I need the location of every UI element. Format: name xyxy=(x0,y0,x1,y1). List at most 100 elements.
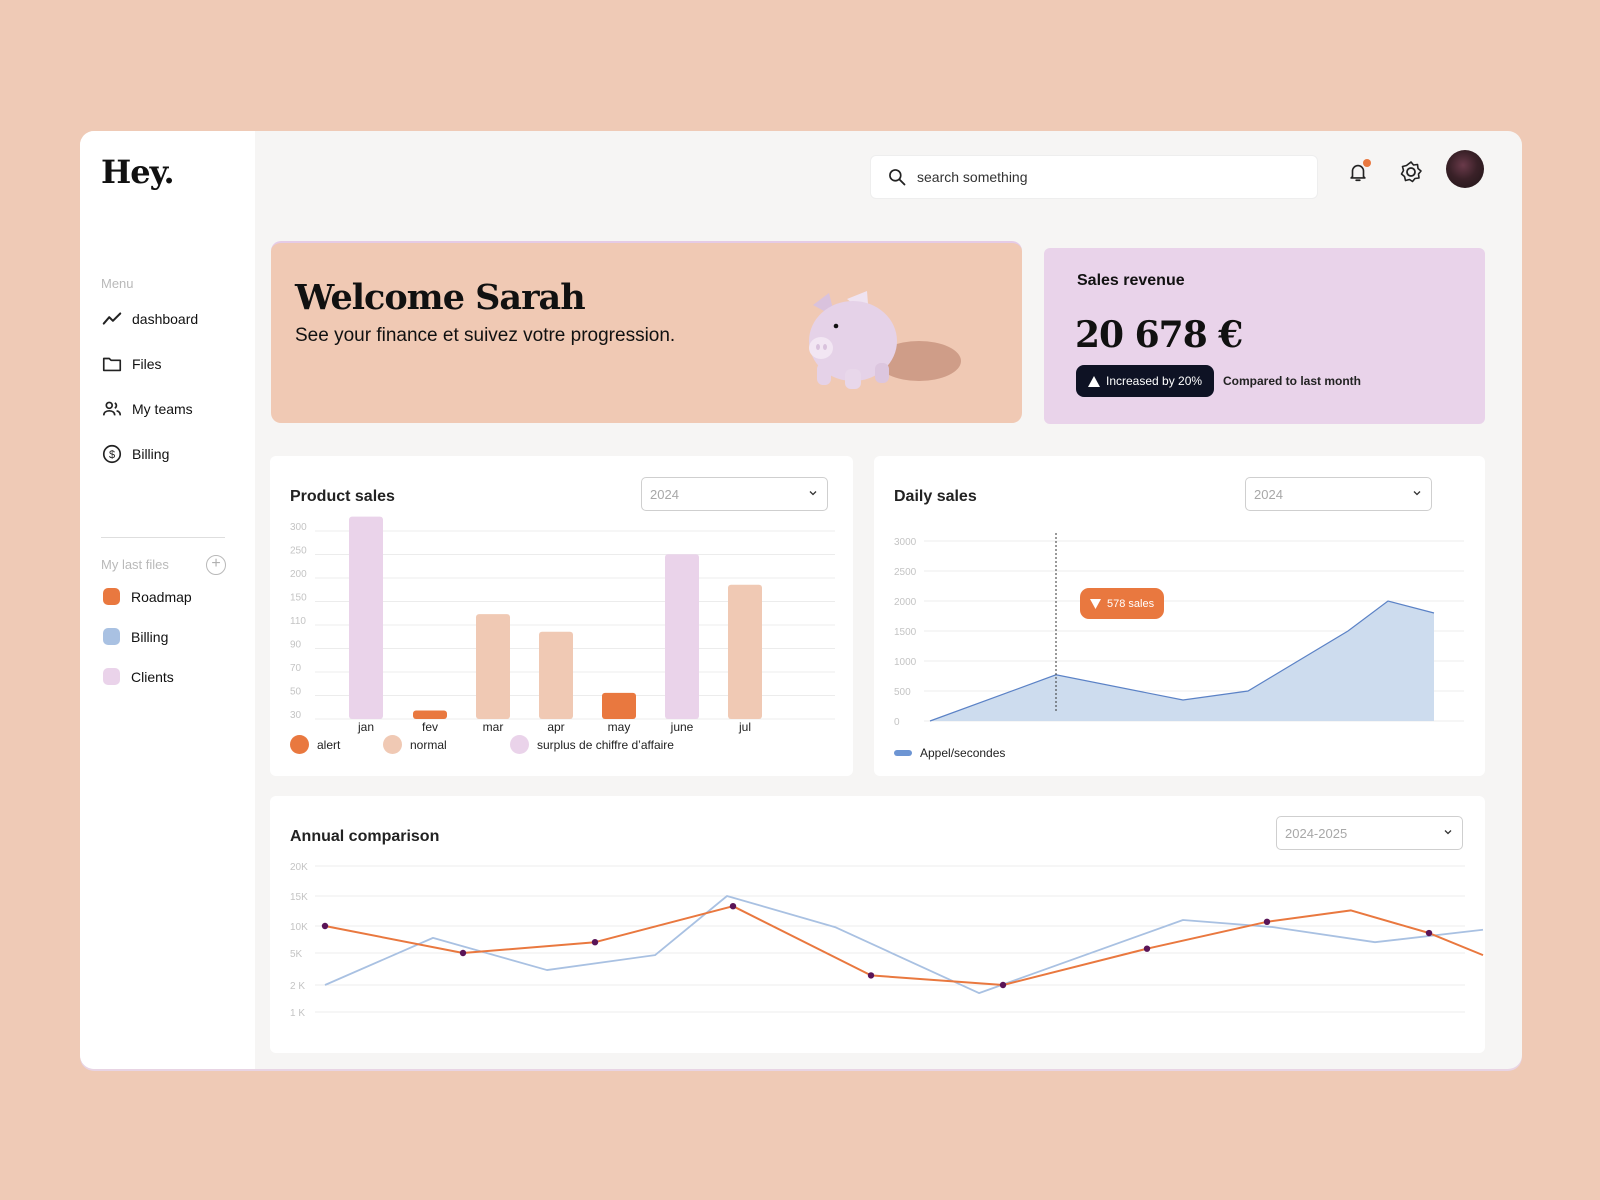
y-tick-label: 200 xyxy=(290,569,307,580)
y-tick-label: 500 xyxy=(894,687,911,698)
legend-swatch xyxy=(894,750,912,756)
legend-normal: normal xyxy=(383,735,447,754)
x-tick-label: may xyxy=(608,720,631,734)
y-tick-label: 2000 xyxy=(894,597,917,608)
chevron-down-icon xyxy=(1413,491,1421,496)
daily-sales-year-select[interactable]: 2024 xyxy=(1245,477,1432,511)
y-tick-label: 0 xyxy=(894,717,900,728)
x-tick-label: jan xyxy=(357,720,374,734)
legend-swatch xyxy=(383,735,402,754)
dashboard-window: Hey. Menu dashboard Files My teams $ Bil… xyxy=(80,131,1522,1069)
bar-apr xyxy=(539,631,573,719)
y-tick-label: 2 K xyxy=(290,981,305,992)
compare-label: Compared to last month xyxy=(1223,374,1362,388)
legend-appel-secondes: Appel/secondes xyxy=(894,746,1005,760)
file-item-billing[interactable]: Billing xyxy=(103,628,168,645)
trend-line-icon xyxy=(102,312,122,325)
last-files-label: My last files xyxy=(101,557,169,572)
dollar-circle-icon: $ xyxy=(102,444,122,464)
sidebar-item-label: My teams xyxy=(132,401,193,417)
y-tick-label: 5K xyxy=(290,949,303,960)
sidebar: Hey. Menu dashboard Files My teams $ Bil… xyxy=(80,131,255,1069)
x-tick-label: apr xyxy=(547,720,564,734)
legend-label: Appel/secondes xyxy=(920,746,1006,760)
file-item-roadmap[interactable]: Roadmap xyxy=(103,588,192,605)
file-color-swatch xyxy=(103,628,120,645)
product-sales-chart: 30 50 70 90 110 150 200 250 300 jan fev mar apr may ju… xyxy=(290,516,835,734)
search-icon xyxy=(889,169,906,186)
search-bar[interactable] xyxy=(870,155,1318,199)
revenue-amount: 20 678 € xyxy=(1075,314,1243,356)
sidebar-item-billing[interactable]: $ Billing xyxy=(101,443,169,465)
data-point-marker xyxy=(867,972,875,979)
x-tick-label: jul xyxy=(738,720,751,734)
add-file-button[interactable]: + xyxy=(206,555,226,575)
search-input[interactable] xyxy=(917,169,1277,185)
y-tick-label: 300 xyxy=(290,522,307,533)
svg-text:$: $ xyxy=(109,449,115,461)
legend-label: normal xyxy=(410,737,447,752)
gear-icon xyxy=(1400,161,1422,183)
sidebar-item-files[interactable]: Files xyxy=(101,353,162,375)
menu-section-label: Menu xyxy=(101,276,134,291)
sidebar-item-dashboard[interactable]: dashboard xyxy=(101,308,198,330)
file-item-label: Billing xyxy=(131,628,169,645)
legend-label: surplus de chiffre d’affaire xyxy=(537,737,674,752)
annual-comparison-card: Annual comparison 2024-2025 20K 15K 10K 5K 2… xyxy=(270,796,1485,1053)
y-tick-label: 3000 xyxy=(894,537,917,548)
piggy-bank-illustration xyxy=(809,291,961,389)
y-tick-label: 1000 xyxy=(894,657,917,668)
file-color-swatch xyxy=(103,668,120,685)
bar-jul xyxy=(728,584,762,719)
sidebar-item-label: Billing xyxy=(132,446,170,462)
y-tick-label: 150 xyxy=(290,593,307,604)
legend-swatch xyxy=(510,735,529,754)
data-point-marker xyxy=(591,939,599,946)
file-color-swatch xyxy=(103,588,120,605)
file-item-label: Roadmap xyxy=(131,588,192,605)
sidebar-item-my-teams[interactable]: My teams xyxy=(101,398,193,420)
folder-icon xyxy=(102,357,122,372)
welcome-banner: Welcome Sarah See your finance et suivez… xyxy=(271,241,1022,423)
x-tick-label: june xyxy=(670,720,694,734)
sidebar-item-label: dashboard xyxy=(132,311,199,327)
settings-button[interactable] xyxy=(1396,157,1426,187)
data-point-marker xyxy=(1143,945,1151,952)
file-item-clients[interactable]: Clients xyxy=(103,668,174,685)
tooltip-label: 578 sales xyxy=(1107,597,1155,610)
sidebar-divider xyxy=(101,537,225,538)
y-tick-label: 15K xyxy=(290,892,308,903)
legend-surplus: surplus de chiffre d’affaire xyxy=(510,735,674,754)
y-tick-label: 50 xyxy=(290,687,302,698)
data-point-marker xyxy=(729,903,737,910)
app-logo: Hey. xyxy=(101,153,175,191)
user-avatar[interactable] xyxy=(1446,150,1484,188)
file-item-label: Clients xyxy=(131,668,174,685)
triangle-down-icon xyxy=(1090,598,1101,609)
welcome-subtitle: See your finance et suivez votre progres… xyxy=(295,325,676,346)
select-value: 2024-2025 xyxy=(1285,825,1348,841)
notifications-button[interactable] xyxy=(1343,157,1373,187)
product-sales-card: Product sales 2024 30 50 70 90 110 150 200 250 3… xyxy=(270,456,853,776)
welcome-title: Welcome Sarah xyxy=(295,277,586,318)
annual-period-select[interactable]: 2024-2025 xyxy=(1276,816,1463,850)
y-tick-label: 110 xyxy=(290,616,306,627)
y-tick-label: 10K xyxy=(290,922,308,933)
bar-june xyxy=(665,554,699,719)
daily-sales-title: Daily sales xyxy=(894,488,977,505)
data-point-marker xyxy=(459,949,467,957)
y-tick-label: 70 xyxy=(290,663,302,674)
triangle-up-icon xyxy=(1088,375,1100,387)
increase-badge-label: Increased by 20% xyxy=(1106,374,1203,388)
data-point-marker xyxy=(999,981,1007,989)
legend-label: alert xyxy=(317,737,341,752)
notification-dot xyxy=(1363,159,1371,167)
bar-jan xyxy=(349,516,383,719)
daily-sales-card: Daily sales 2024 3000 2500 2000 1500 1000 500… xyxy=(874,456,1485,776)
y-tick-label: 1500 xyxy=(894,627,917,638)
x-tick-label: mar xyxy=(483,720,504,734)
bar-fev xyxy=(413,710,447,719)
users-icon xyxy=(102,401,122,416)
y-tick-label: 1 K xyxy=(290,1008,305,1019)
product-sales-year-select[interactable]: 2024 xyxy=(641,477,828,511)
